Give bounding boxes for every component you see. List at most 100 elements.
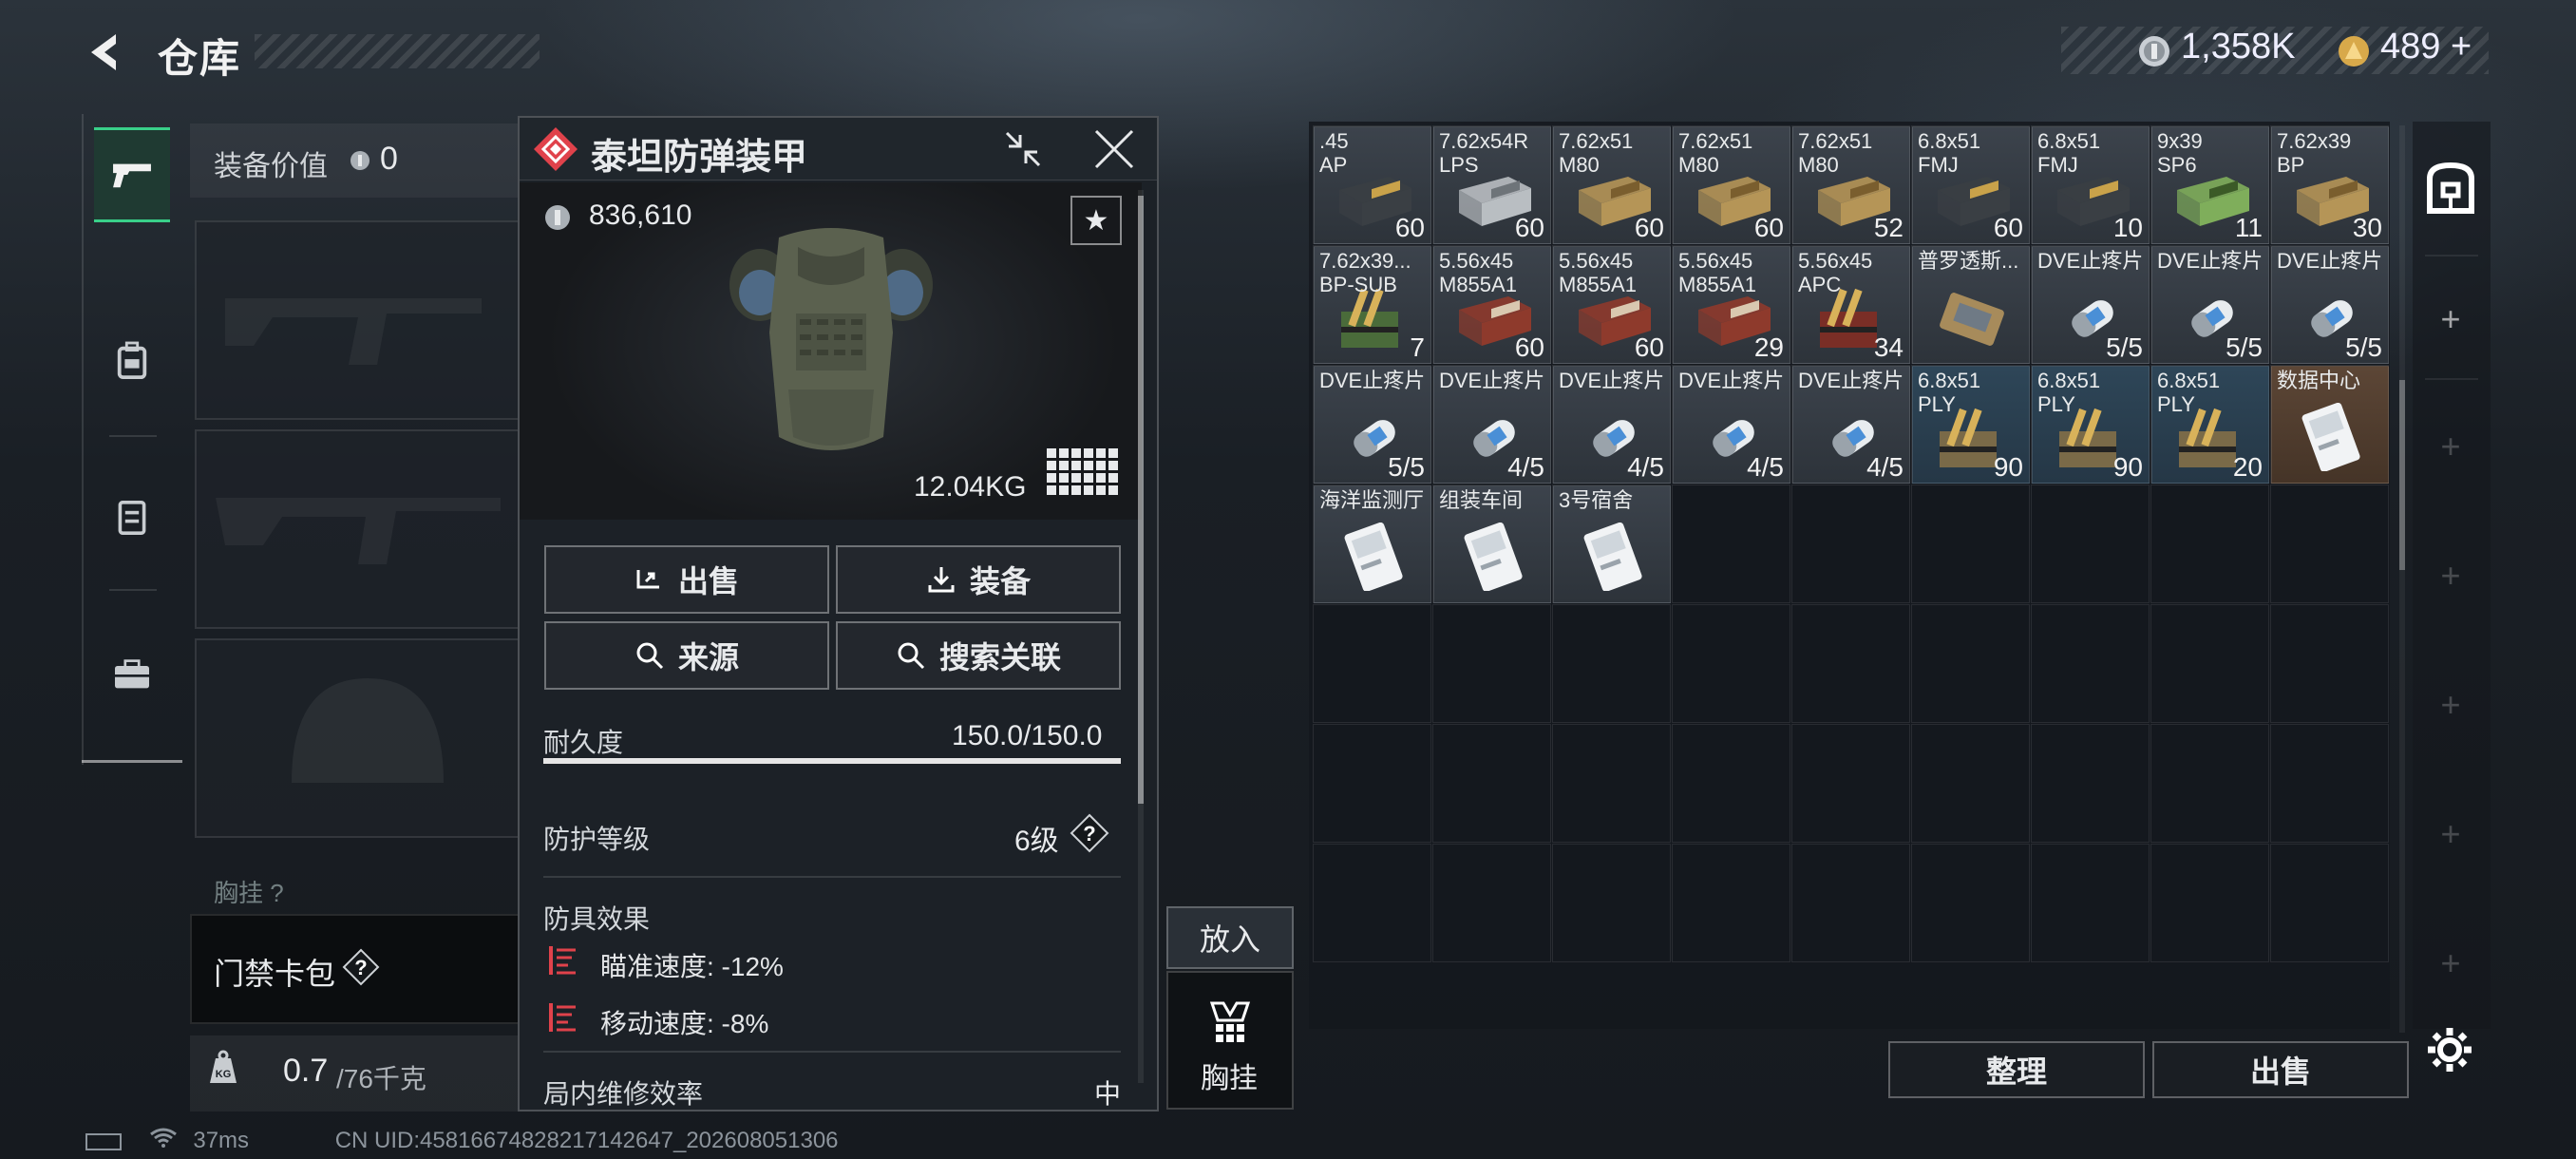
stash-cell[interactable] <box>1432 604 1551 723</box>
favorite-star-button[interactable]: ★ <box>1070 196 1122 245</box>
add-stash-page-icon[interactable]: + <box>2434 943 2468 982</box>
equip-button[interactable]: 装备 <box>836 545 1121 614</box>
stash-cell[interactable] <box>2031 844 2150 962</box>
stash-cell[interactable] <box>1911 604 2030 723</box>
stash-cell[interactable] <box>1791 484 1910 603</box>
stash-item[interactable]: 6.8x51 FMJ 60 <box>1912 126 2030 244</box>
stash-item[interactable]: 5.56x45 APC 34 <box>1792 246 1910 364</box>
coin-icon <box>350 150 370 171</box>
stash-cell[interactable] <box>1672 844 1790 962</box>
sell-button[interactable]: 出售 <box>544 545 829 614</box>
panel-scroll-thumb[interactable] <box>1138 196 1144 804</box>
tab-case[interactable] <box>94 627 170 722</box>
stash-cell[interactable] <box>1672 604 1790 723</box>
stash-item-name: 7.62x54R LPS <box>1439 129 1529 177</box>
stash-cell[interactable] <box>1672 484 1790 603</box>
stash-item[interactable]: DVE止疼片 5/5 <box>2271 246 2389 364</box>
stash-item[interactable]: 7.62x39 BP 30 <box>2271 126 2389 244</box>
stash-item[interactable]: 6.8x51 PLY 90 <box>1912 366 2030 484</box>
put-in-button[interactable]: 放入 <box>1166 906 1294 969</box>
gear-icon[interactable] <box>2424 1024 2475 1075</box>
stash-cell[interactable] <box>1552 724 1671 843</box>
stash-cell[interactable] <box>1791 724 1910 843</box>
primary-weapon-slot[interactable] <box>195 220 522 420</box>
stash-scroll-thumb[interactable] <box>2399 380 2405 570</box>
source-button[interactable]: 来源 <box>544 621 829 690</box>
stash-item[interactable]: 3号宿舍 <box>1553 485 1671 603</box>
stash-item[interactable]: DVE止疼片 4/5 <box>1673 366 1790 484</box>
stash-item[interactable]: 6.8x51 PLY 20 <box>2151 366 2269 484</box>
weight-current: 0.7 <box>283 1053 329 1089</box>
back-arrow-icon[interactable] <box>82 28 129 76</box>
stash-cell[interactable] <box>1313 724 1431 843</box>
stash-item[interactable]: 7.62x51 M80 52 <box>1792 126 1910 244</box>
stash-cell[interactable] <box>1672 724 1790 843</box>
stash-item[interactable]: DVE止疼片 4/5 <box>1433 366 1551 484</box>
stash-item[interactable]: 6.8x51 PLY 90 <box>2032 366 2150 484</box>
add-stash-page-icon[interactable]: + <box>2434 556 2468 595</box>
stash-item[interactable]: 7.62x51 M80 60 <box>1673 126 1790 244</box>
stash-item[interactable]: 5.56x45 M855A1 29 <box>1673 246 1790 364</box>
safe-box-icon[interactable] <box>2422 160 2479 217</box>
stash-cell[interactable] <box>1552 844 1671 962</box>
collapse-icon[interactable] <box>999 125 1047 173</box>
close-icon[interactable] <box>1090 125 1138 173</box>
stash-cell[interactable] <box>2031 724 2150 843</box>
helmet-slot[interactable] <box>195 638 522 838</box>
add-stash-page-icon[interactable]: + <box>2434 814 2468 853</box>
stash-item[interactable]: 海洋监测厅 <box>1314 485 1431 603</box>
add-stash-page-icon[interactable]: + <box>2434 685 2468 724</box>
stash-cell[interactable] <box>2150 484 2269 603</box>
stash-cell[interactable] <box>2031 484 2150 603</box>
stash-item[interactable]: 9x39 SP6 11 <box>2151 126 2269 244</box>
tab-weapons[interactable] <box>94 127 170 222</box>
stash-cell[interactable] <box>1911 844 2030 962</box>
stash-cell[interactable] <box>2150 844 2269 962</box>
stash-item[interactable]: 7.62x51 M80 60 <box>1553 126 1671 244</box>
stash-item[interactable]: 数据中心 <box>2271 366 2389 484</box>
stash-cell[interactable] <box>1911 484 2030 603</box>
sort-button[interactable]: 整理 <box>1888 1041 2145 1098</box>
stash-cell[interactable] <box>2270 844 2389 962</box>
add-stash-page-icon[interactable]: + <box>2434 299 2468 338</box>
stash-cell[interactable] <box>1911 724 2030 843</box>
stash-cell[interactable] <box>1432 724 1551 843</box>
stash-cell[interactable] <box>1791 604 1910 723</box>
stash-item[interactable]: DVE止疼片 4/5 <box>1792 366 1910 484</box>
stash-item[interactable]: DVE止疼片 5/5 <box>2151 246 2269 364</box>
add-currency-icon[interactable]: + <box>2451 27 2472 66</box>
stash-cell[interactable] <box>2031 604 2150 723</box>
stash-item[interactable]: DVE止疼片 4/5 <box>1553 366 1671 484</box>
stash-cell[interactable] <box>1791 844 1910 962</box>
stash-item[interactable]: 6.8x51 FMJ 10 <box>2032 126 2150 244</box>
stash-cell[interactable] <box>1313 604 1431 723</box>
stash-item[interactable]: 5.56x45 M855A1 60 <box>1433 246 1551 364</box>
stash-item[interactable]: 普罗透斯... <box>1912 246 2030 364</box>
stash-cell[interactable] <box>2150 604 2269 723</box>
stash-cell[interactable] <box>2270 484 2389 603</box>
search-related-button[interactable]: 搜索关联 <box>836 621 1121 690</box>
gold-coin-amount[interactable]: 489 + <box>2380 27 2472 67</box>
stash-item[interactable]: .45 AP 60 <box>1314 126 1431 244</box>
stash-item[interactable]: DVE止疼片 5/5 <box>1314 366 1431 484</box>
tab-chest-rig[interactable] <box>94 470 170 565</box>
help-icon[interactable]: ? <box>1070 813 1109 853</box>
help-icon[interactable]: ? <box>342 948 380 986</box>
add-stash-page-icon[interactable]: + <box>2434 427 2468 466</box>
stash-sell-button[interactable]: 出售 <box>2152 1041 2409 1098</box>
stash-item[interactable]: 7.62x54R LPS 60 <box>1433 126 1551 244</box>
stash-cell[interactable] <box>1432 844 1551 962</box>
stash-cell[interactable] <box>2150 724 2269 843</box>
stash-cell[interactable] <box>2270 724 2389 843</box>
secondary-weapon-slot[interactable] <box>195 429 522 629</box>
stash-item[interactable]: 5.56x45 M855A1 60 <box>1553 246 1671 364</box>
stash-item[interactable]: 组装车间 <box>1433 485 1551 603</box>
stash-cell[interactable] <box>2270 604 2389 723</box>
stash-cell[interactable] <box>1313 844 1431 962</box>
stash-item[interactable]: DVE止疼片 5/5 <box>2032 246 2150 364</box>
stash-scrollbar[interactable] <box>2399 125 2405 1033</box>
stash-item[interactable]: 7.62x39... BP-SUB 7 <box>1314 246 1431 364</box>
stash-cell[interactable] <box>1552 604 1671 723</box>
tab-backpack[interactable] <box>94 314 170 408</box>
stash-item-count: 5/5 <box>2106 332 2143 362</box>
